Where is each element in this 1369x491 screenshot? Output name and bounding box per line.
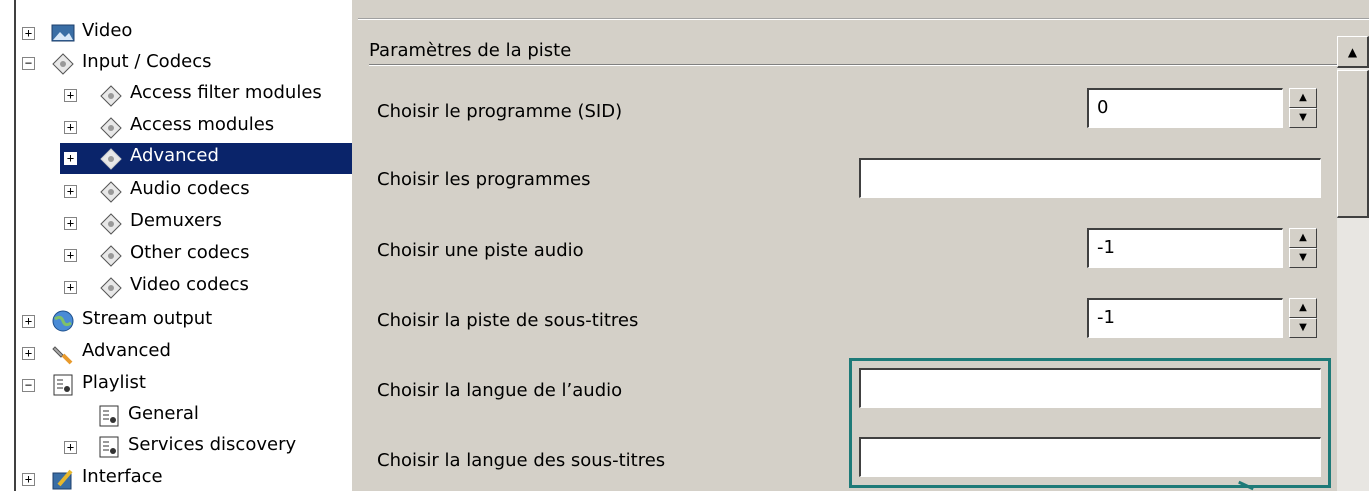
scroll-up-icon[interactable]: ▲ xyxy=(1337,36,1369,68)
subtitle-track-spinbox[interactable]: -1 xyxy=(1087,298,1283,338)
program-sid-spinbox[interactable]: 0 xyxy=(1087,88,1283,128)
audio-track-spinbox[interactable]: -1 xyxy=(1087,228,1283,268)
programs-label: Choisir les programmes xyxy=(377,169,591,190)
program-sid-label: Choisir le programme (SID) xyxy=(377,101,623,122)
codec-disc-icon xyxy=(98,83,124,107)
tree-item-label: Playlist xyxy=(82,372,146,393)
section-title: Paramètres de la piste xyxy=(369,40,572,61)
tree-item-label: Access filter modules xyxy=(130,82,322,103)
codec-disc-icon xyxy=(98,179,124,203)
tree-item-services-discovery[interactable]: + Services discovery xyxy=(60,432,352,462)
settings-panel: Paramètres de la piste Choisir le progra… xyxy=(352,0,1369,491)
playlist-icon xyxy=(50,373,76,397)
codec-disc-icon xyxy=(98,211,124,235)
expand-icon[interactable]: + xyxy=(64,121,77,134)
expand-icon[interactable]: + xyxy=(64,441,77,454)
globe-icon xyxy=(50,309,76,333)
tree-item-demuxers[interactable]: + Demuxers xyxy=(60,208,352,238)
tree-item-stream-output[interactable]: + Stream output xyxy=(16,306,352,336)
codec-disc-icon xyxy=(98,243,124,267)
section-divider xyxy=(369,64,1341,66)
audio-track-label: Choisir une piste audio xyxy=(377,240,584,261)
expand-icon[interactable]: + xyxy=(64,281,77,294)
spin-up-icon[interactable]: ▲ xyxy=(1289,88,1317,108)
subtitle-language-label: Choisir la langue des sous-titres xyxy=(377,450,666,471)
tree-item-label: Stream output xyxy=(82,308,213,329)
collapse-icon[interactable]: − xyxy=(22,57,35,70)
expand-icon[interactable]: + xyxy=(22,347,35,360)
subtitle-track-label: Choisir la piste de sous-titres xyxy=(377,310,639,331)
vertical-scrollbar[interactable]: ▲ xyxy=(1337,36,1369,491)
subtitle-track-stepper: ▲ ▼ xyxy=(1289,298,1317,338)
expand-icon[interactable]: + xyxy=(22,27,35,40)
interface-icon xyxy=(50,467,76,491)
tree-item-label: Advanced xyxy=(130,145,219,166)
tree-item-label: Access modules xyxy=(130,114,275,135)
tree-item-general[interactable]: General xyxy=(60,401,352,431)
audio-track-stepper: ▲ ▼ xyxy=(1289,228,1317,268)
tree-item-access-filter-modules[interactable]: + Access filter modules xyxy=(60,80,352,110)
playlist-icon xyxy=(96,435,122,459)
scrollbar-thumb[interactable] xyxy=(1337,70,1369,218)
audio-language-label: Choisir la langue de l’audio xyxy=(377,380,623,401)
expand-icon[interactable]: + xyxy=(64,217,77,230)
tree-item-video-codecs[interactable]: + Video codecs xyxy=(60,272,352,302)
codec-disc-icon xyxy=(98,146,124,170)
expand-icon[interactable]: + xyxy=(22,473,35,486)
tree-item-label: Services discovery xyxy=(128,434,297,455)
tree-item-label: Demuxers xyxy=(130,210,222,231)
tree-item-input-codecs[interactable]: − Input / Codecs xyxy=(16,48,352,78)
tree-item-label: Advanced xyxy=(82,340,171,361)
spin-down-icon[interactable]: ▼ xyxy=(1289,248,1317,268)
panel-top-divider xyxy=(358,18,1369,20)
collapse-icon[interactable]: − xyxy=(22,379,35,392)
tree-item-advanced[interactable]: + Advanced xyxy=(16,338,352,368)
codec-disc-icon xyxy=(98,115,124,139)
expand-icon[interactable]: + xyxy=(64,152,77,165)
expand-icon[interactable]: + xyxy=(64,249,77,262)
tree-item-label: Input / Codecs xyxy=(82,51,212,72)
spin-down-icon[interactable]: ▼ xyxy=(1289,108,1317,128)
codec-disc-icon xyxy=(98,275,124,299)
tree-item-interface[interactable]: + Interface xyxy=(16,464,352,491)
preferences-tree: + Video − Input / Codecs + Access filter… xyxy=(0,0,352,491)
tree-item-label: Video xyxy=(82,20,133,41)
programs-input[interactable] xyxy=(859,158,1321,198)
tree-item-advanced-selected[interactable]: + Advanced xyxy=(60,143,352,174)
tree-item-label: General xyxy=(128,403,199,424)
tree-item-audio-codecs[interactable]: + Audio codecs xyxy=(60,176,352,206)
expand-icon[interactable]: + xyxy=(64,89,77,102)
tree-item-label: Other codecs xyxy=(130,242,250,263)
tree-item-video[interactable]: + Video xyxy=(16,18,352,48)
wrench-icon xyxy=(50,341,76,365)
spin-down-icon[interactable]: ▼ xyxy=(1289,318,1317,338)
playlist-icon xyxy=(96,404,122,428)
tree-item-label: Interface xyxy=(82,466,163,487)
tree-item-label: Audio codecs xyxy=(130,178,250,199)
program-sid-stepper: ▲ ▼ xyxy=(1289,88,1317,128)
expand-icon[interactable]: + xyxy=(22,315,35,328)
audio-language-input[interactable] xyxy=(859,368,1321,408)
video-icon xyxy=(50,21,76,45)
codec-disc-icon xyxy=(50,51,76,75)
spin-up-icon[interactable]: ▲ xyxy=(1289,228,1317,248)
tree-item-playlist[interactable]: − Playlist xyxy=(16,370,352,400)
expand-icon[interactable]: + xyxy=(64,185,77,198)
tree-item-access-modules[interactable]: + Access modules xyxy=(60,112,352,142)
tree-item-label: Video codecs xyxy=(130,274,249,295)
subtitle-language-input[interactable] xyxy=(859,437,1321,477)
tree-item-other-codecs[interactable]: + Other codecs xyxy=(60,240,352,270)
spin-up-icon[interactable]: ▲ xyxy=(1289,298,1317,318)
